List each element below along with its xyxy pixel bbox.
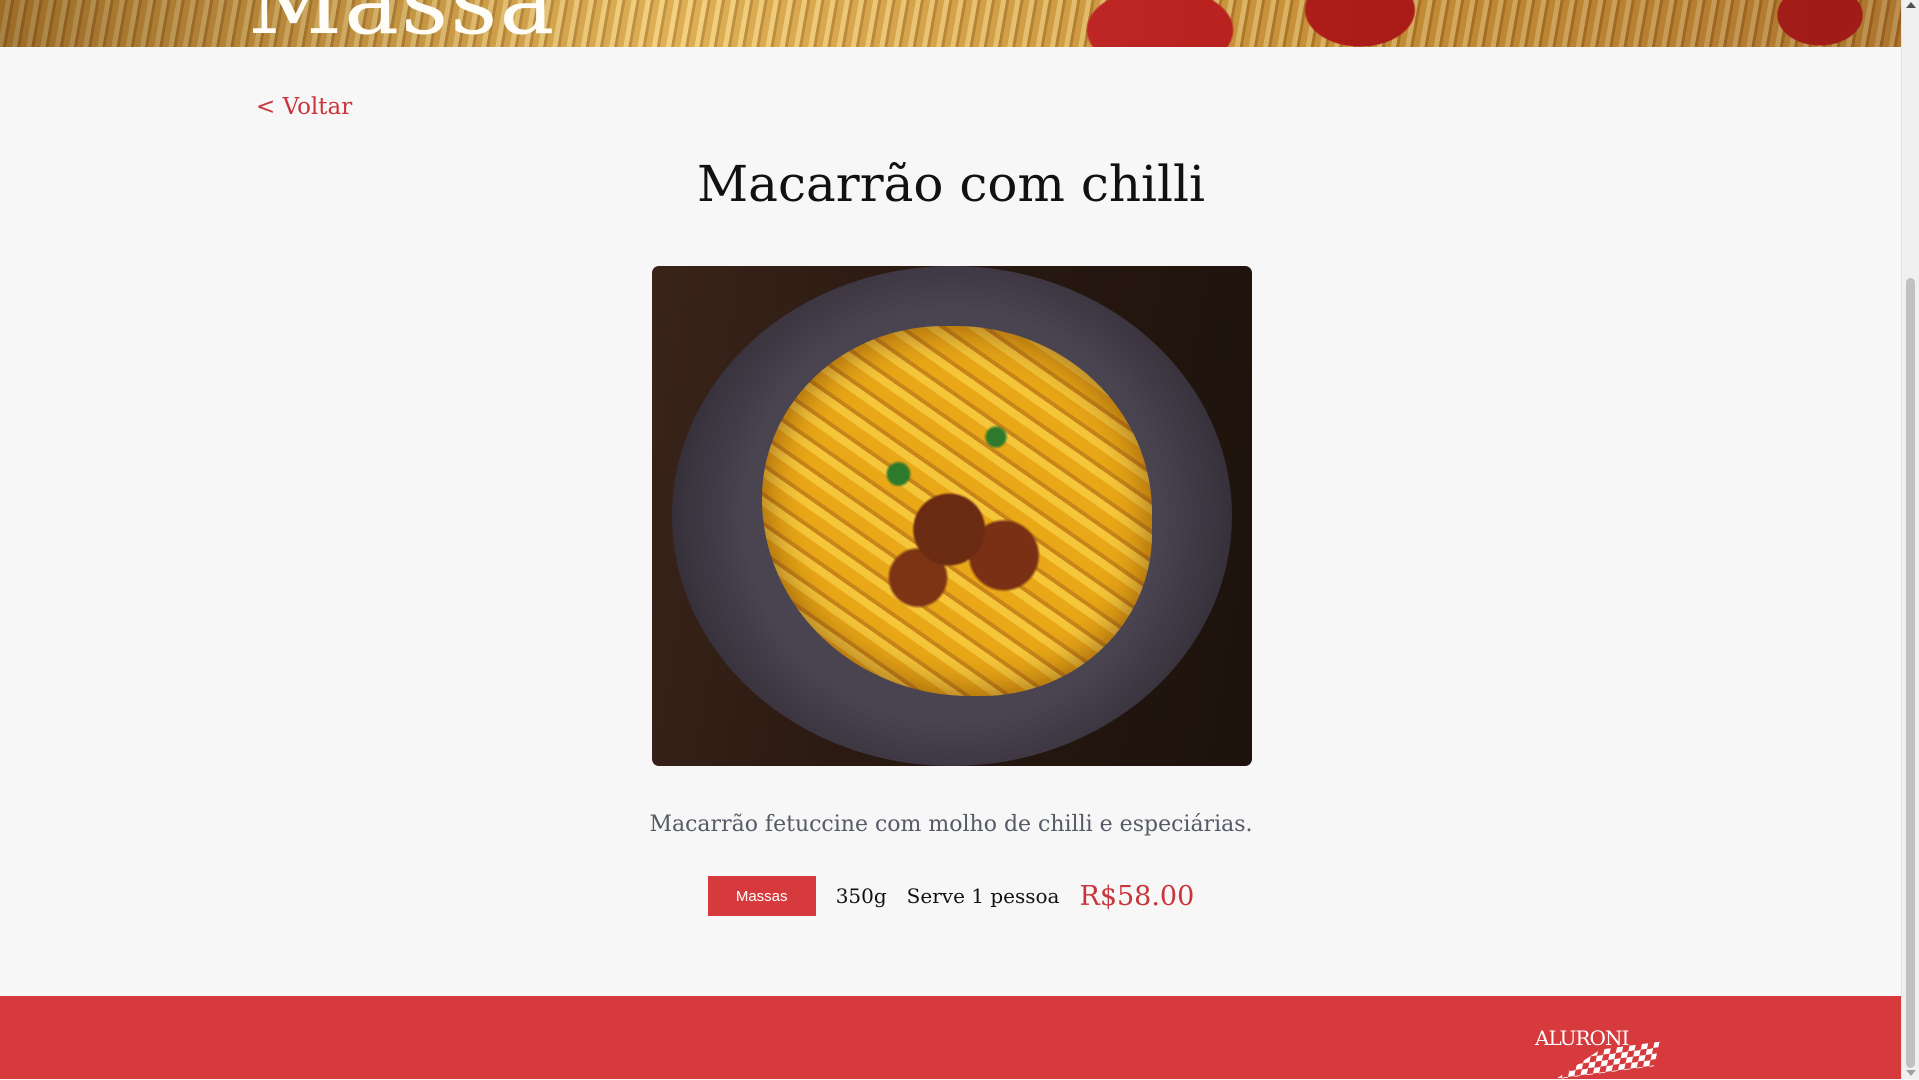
category-badge: Massas <box>707 876 816 916</box>
hero-title: Massa <box>248 0 556 47</box>
dish-title: Macarrão com chilli <box>696 155 1205 213</box>
back-link[interactable]: < Voltar <box>256 94 352 120</box>
dish-meta: Massas 350g Serve 1 pessoa R$58.00 <box>0 876 1902 916</box>
scroll-up-arrow-icon[interactable] <box>1906 2 1916 8</box>
dish-image <box>652 266 1252 766</box>
hero-banner: Massa <box>0 0 1902 47</box>
dish-price: R$58.00 <box>1079 880 1195 912</box>
dish-weight: 350g <box>835 884 887 908</box>
footer-logo: ALURONI <box>1535 1026 1629 1050</box>
footer: ALURONI <box>0 996 1902 1079</box>
dish-servings: Serve 1 pessoa <box>906 884 1060 908</box>
vertical-scrollbar[interactable] <box>1901 0 1919 1079</box>
dish-description: Macarrão fetuccine com molho de chilli e… <box>649 812 1253 837</box>
scroll-thumb[interactable] <box>1906 278 1915 1068</box>
scroll-down-arrow-icon[interactable] <box>1906 1070 1916 1076</box>
